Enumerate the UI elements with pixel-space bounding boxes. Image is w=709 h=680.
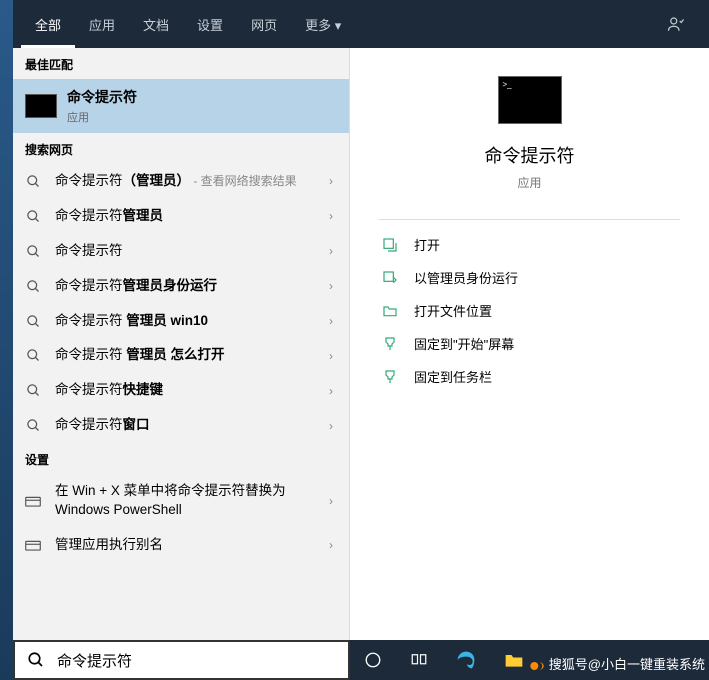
action-label: 打开文件位置 <box>414 301 492 320</box>
search-window: 全部 应用 文档 设置 网页 更多 ▾ 最佳匹配 命令提示符 应用 搜索网页 命… <box>13 0 709 640</box>
detail-title: 命令提示符 <box>485 142 575 168</box>
watermark: 搜狐号@小白一键重装系统 <box>529 654 705 674</box>
action-admin[interactable]: 以管理员身份运行 <box>374 261 685 294</box>
detail-panel: 命令提示符 应用 打开以管理员身份运行打开文件位置固定到"开始"屏幕固定到任务栏 <box>350 48 709 640</box>
settings-result[interactable]: 管理应用执行别名 › <box>13 528 349 563</box>
result-text: 命令提示符窗口 <box>55 416 323 435</box>
result-text: 管理应用执行别名 <box>55 536 323 555</box>
results-panel: 最佳匹配 命令提示符 应用 搜索网页 命令提示符（管理员） - 查看网络搜索结果… <box>13 48 350 640</box>
header-tabs: 全部 应用 文档 设置 网页 更多 ▾ <box>13 0 709 48</box>
pin-task-icon <box>380 369 400 385</box>
result-text: 命令提示符（管理员） - 查看网络搜索结果 <box>55 172 323 191</box>
web-result[interactable]: 命令提示符管理员 › <box>13 199 349 234</box>
web-result[interactable]: 命令提示符管理员身份运行 › <box>13 269 349 304</box>
chevron-right-icon[interactable]: › <box>323 349 339 363</box>
best-match-title: 命令提示符 <box>67 87 137 107</box>
result-text: 命令提示符 管理员 win10 <box>55 312 323 331</box>
chevron-right-icon[interactable]: › <box>323 419 339 433</box>
action-label: 打开 <box>414 235 440 254</box>
result-text: 命令提示符管理员身份运行 <box>55 277 323 296</box>
action-label: 固定到任务栏 <box>414 367 492 386</box>
search-icon <box>23 209 43 224</box>
task-view-icon[interactable] <box>396 640 442 680</box>
result-text: 命令提示符管理员 <box>55 207 323 226</box>
best-match-sub: 应用 <box>67 109 137 125</box>
detail-sub: 应用 <box>517 174 541 191</box>
section-settings: 设置 <box>13 443 349 474</box>
result-text: 在 Win + X 菜单中将命令提示符替换为 Windows PowerShel… <box>55 482 323 520</box>
search-icon <box>23 418 43 433</box>
tab-web[interactable]: 网页 <box>237 1 291 48</box>
search-icon <box>23 348 43 363</box>
search-icon <box>23 383 43 398</box>
feedback-icon[interactable] <box>651 15 701 33</box>
web-result[interactable]: 命令提示符窗口 › <box>13 408 349 443</box>
chevron-right-icon[interactable]: › <box>323 314 339 328</box>
cortana-icon[interactable] <box>350 640 396 680</box>
chevron-right-icon[interactable]: › <box>323 538 339 552</box>
action-label: 固定到"开始"屏幕 <box>414 334 514 353</box>
chevron-right-icon[interactable]: › <box>323 384 339 398</box>
web-result[interactable]: 命令提示符（管理员） - 查看网络搜索结果 › <box>13 164 349 199</box>
chevron-right-icon[interactable]: › <box>323 494 339 508</box>
search-bar[interactable] <box>13 640 350 680</box>
pin-start-icon <box>380 336 400 352</box>
web-result[interactable]: 命令提示符 管理员 win10 › <box>13 304 349 339</box>
web-result[interactable]: 命令提示符快捷键 › <box>13 373 349 408</box>
detail-cmd-icon <box>498 76 562 124</box>
best-match-item[interactable]: 命令提示符 应用 <box>13 79 349 133</box>
chevron-right-icon[interactable]: › <box>323 244 339 258</box>
result-text: 命令提示符 管理员 怎么打开 <box>55 346 323 365</box>
tab-all[interactable]: 全部 <box>21 1 75 48</box>
action-folder[interactable]: 打开文件位置 <box>374 294 685 327</box>
tab-docs[interactable]: 文档 <box>129 1 183 48</box>
cmd-icon <box>25 94 57 118</box>
search-icon <box>23 314 43 329</box>
tab-apps[interactable]: 应用 <box>75 1 129 48</box>
admin-icon <box>380 270 400 286</box>
chevron-right-icon[interactable]: › <box>323 279 339 293</box>
web-result[interactable]: 命令提示符 › <box>13 234 349 269</box>
section-best-match: 最佳匹配 <box>13 48 349 79</box>
action-label: 以管理员身份运行 <box>414 268 518 287</box>
action-pin-start[interactable]: 固定到"开始"屏幕 <box>374 327 685 360</box>
search-icon <box>23 174 43 189</box>
chevron-right-icon[interactable]: › <box>323 174 339 188</box>
chevron-right-icon[interactable]: › <box>323 209 339 223</box>
divider <box>379 219 681 220</box>
edge-icon[interactable] <box>442 640 490 680</box>
open-icon <box>380 237 400 253</box>
section-search-web: 搜索网页 <box>13 133 349 164</box>
folder-icon <box>380 303 400 319</box>
search-icon <box>15 651 57 669</box>
tab-more[interactable]: 更多 ▾ <box>291 1 355 48</box>
action-open[interactable]: 打开 <box>374 228 685 261</box>
settings-item-icon <box>23 494 43 508</box>
search-input[interactable] <box>57 652 348 669</box>
tab-settings[interactable]: 设置 <box>183 1 237 48</box>
settings-item-icon <box>23 538 43 552</box>
result-text: 命令提示符 <box>55 242 323 261</box>
action-pin-task[interactable]: 固定到任务栏 <box>374 360 685 393</box>
search-icon <box>23 279 43 294</box>
web-result[interactable]: 命令提示符 管理员 怎么打开 › <box>13 338 349 373</box>
settings-result[interactable]: 在 Win + X 菜单中将命令提示符替换为 Windows PowerShel… <box>13 474 349 528</box>
result-text: 命令提示符快捷键 <box>55 381 323 400</box>
search-icon <box>23 244 43 259</box>
